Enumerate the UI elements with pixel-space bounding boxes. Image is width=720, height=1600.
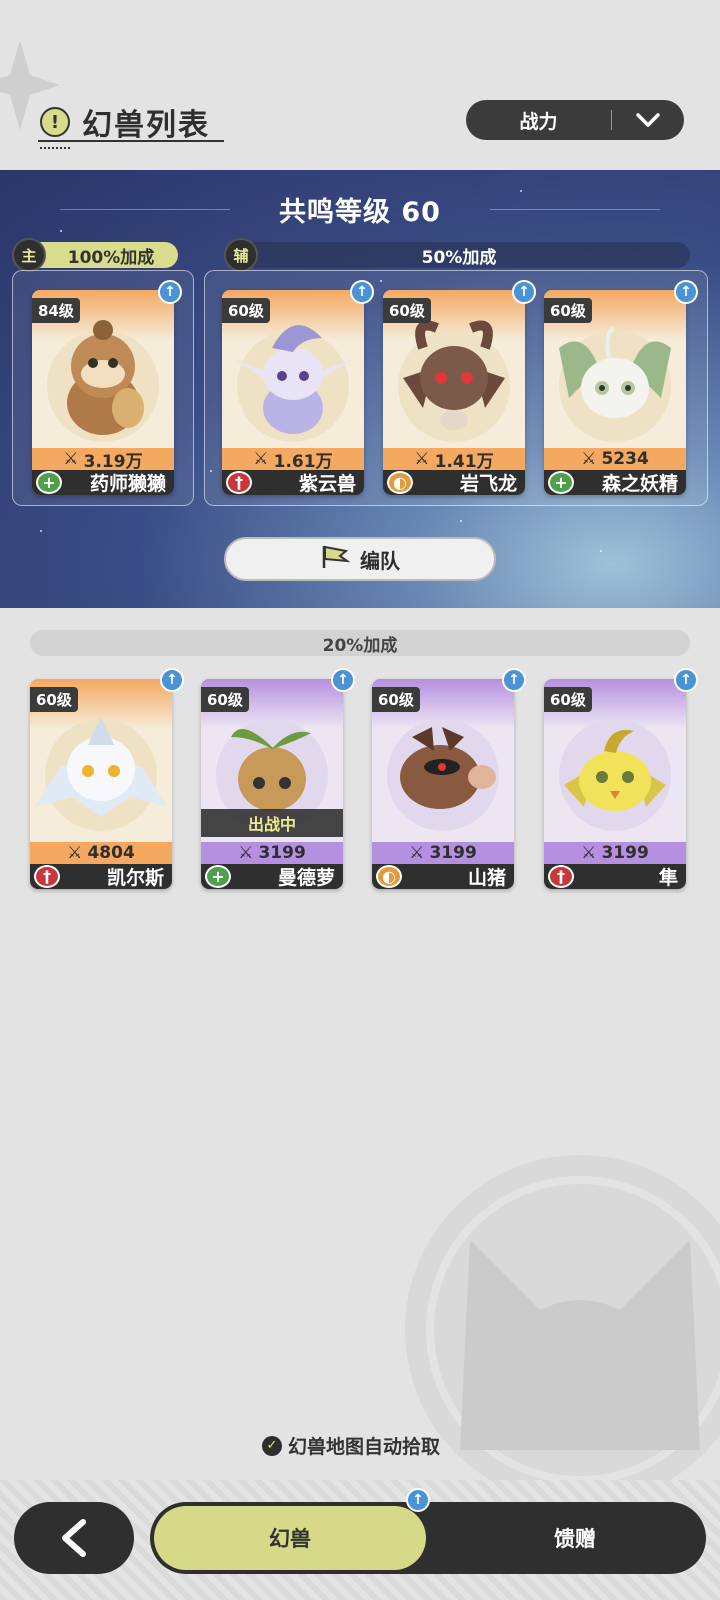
power-strip: ⚔ 1.41万 xyxy=(383,448,525,472)
page-title: ! 幻兽列表 xyxy=(40,100,210,144)
crossed-swords-icon: ⚔ xyxy=(238,843,254,863)
power-value: 3199 xyxy=(258,843,306,863)
level-badge: 60级 xyxy=(372,687,420,712)
crossed-swords-icon: ⚔ xyxy=(414,449,430,469)
ice-beast-portrait xyxy=(35,717,167,831)
title-dots xyxy=(40,147,70,149)
upgrade-arrow-icon[interactable]: ↑ xyxy=(160,668,184,692)
beast-card-reserve-3[interactable]: 60级 ⚔ 3199 山猪 ◐ xyxy=(372,679,514,889)
upgrade-arrow-icon[interactable]: ↑ xyxy=(512,280,536,304)
support-tag-badge: 辅 xyxy=(224,238,258,272)
exclamation-icon: ! xyxy=(40,107,70,137)
bottom-tabs: 幻兽 馈赠 xyxy=(150,1502,706,1574)
tab-gift[interactable]: 馈赠 xyxy=(450,1506,700,1570)
crossed-swords-icon: ⚔ xyxy=(409,843,425,863)
level-badge: 60级 xyxy=(544,687,592,712)
power-value: 3199 xyxy=(429,843,477,863)
beast-card-reserve-2[interactable]: 出战中 60级 ⚔ 3199 曼德萝 + xyxy=(201,679,343,889)
crossed-swords-icon: ⚔ xyxy=(253,449,269,469)
support-bonus-bar: 50%加成 xyxy=(228,242,690,268)
upgrade-arrow-icon[interactable]: ↑ xyxy=(674,280,698,304)
level-badge: 60级 xyxy=(383,298,431,323)
power-strip: ⚔ 3199 xyxy=(372,842,514,864)
resonance-level: 共鸣等级 60 xyxy=(279,197,441,228)
auto-pickup-label: 幻兽地图自动拾取 xyxy=(288,1436,441,1458)
power-value: 4804 xyxy=(87,843,135,863)
tab-beasts[interactable]: 幻兽 xyxy=(154,1506,426,1570)
attack-role-icon: † xyxy=(548,865,574,888)
page-title-text: 幻兽列表 xyxy=(82,108,210,143)
sort-label: 战力 xyxy=(519,110,558,133)
rock-wyvern-portrait xyxy=(398,320,510,442)
power-value: 1.61万 xyxy=(273,451,333,472)
crossed-swords-icon: ⚔ xyxy=(581,449,597,469)
upgrade-arrow-icon[interactable]: ↑ xyxy=(331,668,355,692)
upgrade-arrow-icon[interactable]: ↑ xyxy=(158,280,182,304)
otter-healer-portrait xyxy=(47,320,159,442)
power-value: 1.41万 xyxy=(434,451,494,472)
beast-card-reserve-1[interactable]: 60级 ⚔ 4804 凯尔斯 † xyxy=(30,679,172,889)
team-button-label: 编队 xyxy=(360,548,400,573)
beast-card-reserve-4[interactable]: 60级 ⚔ 3199 隼 † xyxy=(544,679,686,889)
heal-role-icon: + xyxy=(548,471,574,494)
upgrade-arrow-icon[interactable]: ↑ xyxy=(502,668,526,692)
forest-fairy-portrait xyxy=(559,326,671,442)
upgrade-arrow-icon[interactable]: ↑ xyxy=(350,280,374,304)
power-strip: ⚔ 3.19万 xyxy=(32,448,174,472)
beast-card-support-2[interactable]: 60级 ⚔ 1.41万 岩飞龙 ◐ xyxy=(383,290,525,495)
level-badge: 60级 xyxy=(222,298,270,323)
cat-emblem-icon xyxy=(405,1155,720,1505)
falcon-portrait xyxy=(559,719,671,831)
crossed-swords-icon: ⚔ xyxy=(67,843,83,863)
power-value: 5234 xyxy=(601,449,649,469)
power-value: 3199 xyxy=(601,843,649,863)
main-tag-badge: 主 xyxy=(12,238,46,272)
purple-cloud-beast-portrait xyxy=(232,325,354,442)
power-strip: ⚔ 4804 xyxy=(30,842,172,864)
power-strip: ⚔ 1.61万 xyxy=(222,448,364,472)
power-strip: ⚔ 3199 xyxy=(544,842,686,864)
upgrade-arrow-icon: ↑ xyxy=(406,1488,430,1512)
crossed-swords-icon: ⚔ xyxy=(63,449,79,469)
level-badge: 84级 xyxy=(32,298,80,323)
team-formation-button[interactable]: 编队 xyxy=(224,537,496,581)
flag-icon xyxy=(320,544,351,575)
heal-role-icon: + xyxy=(36,471,62,494)
defense-role-icon: ◐ xyxy=(387,471,413,494)
boar-portrait xyxy=(387,719,499,831)
title-underline xyxy=(38,140,224,142)
level-badge: 60级 xyxy=(201,687,249,712)
power-strip: ⚔ 3199 xyxy=(201,842,343,864)
power-value: 3.19万 xyxy=(83,451,143,472)
attack-role-icon: † xyxy=(34,865,60,888)
back-button[interactable] xyxy=(14,1502,134,1574)
chevron-left-icon xyxy=(62,1519,86,1557)
check-icon: ✓ xyxy=(262,1435,282,1456)
power-strip: ⚔ 5234 xyxy=(544,448,686,470)
deployed-label: 出战中 xyxy=(201,809,343,837)
reserve-bonus-bar: 20%加成 xyxy=(30,630,690,656)
auto-pickup-toggle[interactable]: ✓ 幻兽地图自动拾取 xyxy=(262,1432,440,1459)
level-badge: 60级 xyxy=(30,687,78,712)
crossed-swords-icon: ⚔ xyxy=(581,843,597,863)
beast-card-support-3[interactable]: 60级 ⚔ 5234 森之妖精 + xyxy=(544,290,686,495)
upgrade-arrow-icon[interactable]: ↑ xyxy=(674,668,698,692)
attack-role-icon: † xyxy=(226,471,252,494)
sort-dropdown[interactable]: 战力 xyxy=(466,100,684,140)
level-badge: 60级 xyxy=(544,298,592,323)
beast-card-support-1[interactable]: 60级 ⚔ 1.61万 紫云兽 † xyxy=(222,290,364,495)
defense-role-icon: ◐ xyxy=(376,865,402,888)
beast-card-main[interactable]: 84级 ⚔ 3.19万 药师獭獭 + xyxy=(32,290,174,495)
heal-role-icon: + xyxy=(205,865,231,888)
chevron-down-icon[interactable] xyxy=(612,112,684,128)
